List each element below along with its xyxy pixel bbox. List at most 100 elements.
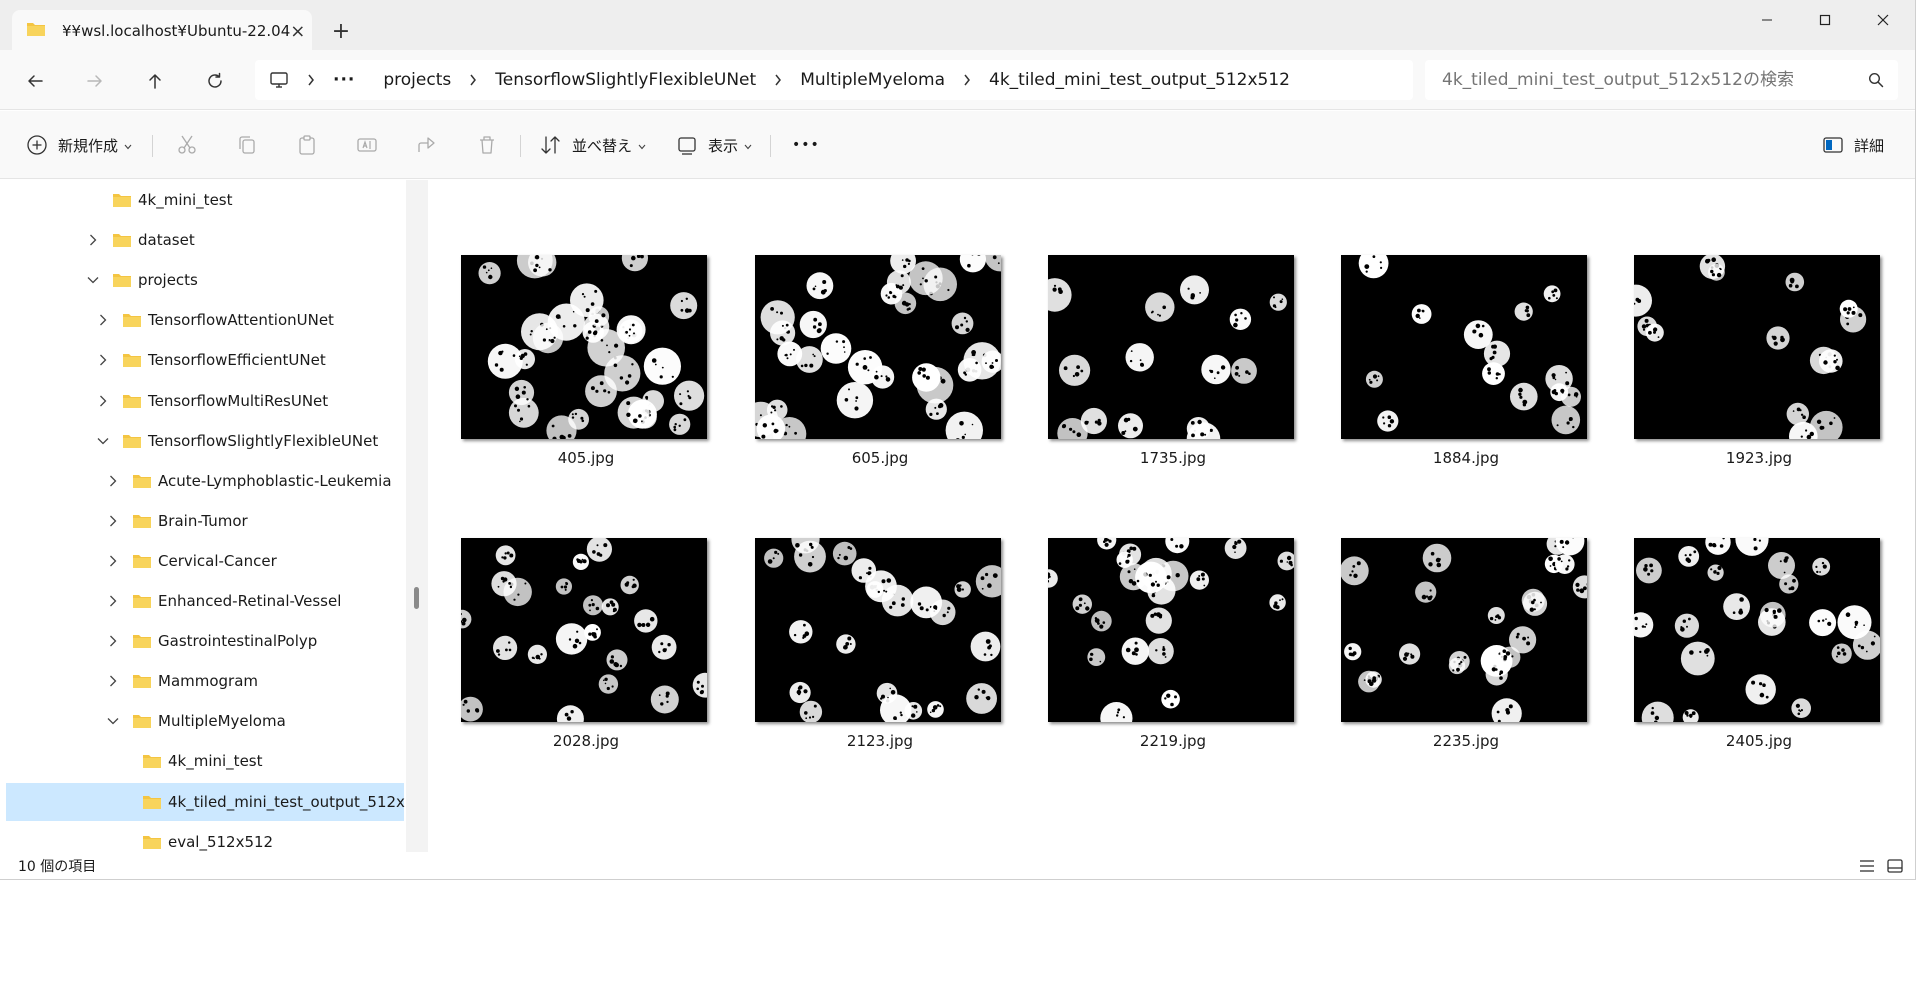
file-name: 405.jpg [557,449,615,467]
details-pane-button[interactable]: 詳細 [1822,128,1884,162]
sidebar-item-label: TensorflowAttentionUNet [148,311,334,330]
sort-button[interactable]: 並べ替え [540,128,646,162]
folder-icon [132,713,152,733]
address-bar[interactable]: ··· projects TensorflowSlightlyFlexibleU… [255,60,1413,100]
computer-icon[interactable] [269,71,289,89]
sidebar-item-label: Enhanced-Retinal-Vessel [158,592,342,610]
file-name: 2405.jpg [1725,732,1793,750]
folder-icon [132,513,152,533]
file-item[interactable]: 2235.jpg [1341,538,1591,768]
refresh-button[interactable] [198,64,232,98]
toolbar-divider [152,135,153,157]
sidebar-scrollbar-thumb[interactable] [414,587,419,609]
search-box[interactable] [1425,60,1898,100]
folder-icon [112,272,132,292]
sidebar-item-label: MultipleMyeloma [158,712,286,731]
chevron-right-icon[interactable] [307,74,315,86]
sidebar-item[interactable]: Acute-Lymphoblastic-Leukemia [6,462,404,500]
tab-current-folder[interactable]: ¥¥wsl.localhost¥Ubuntu-22.04 × [12,10,312,52]
sidebar-item[interactable]: Enhanced-Retinal-Vessel [6,582,404,620]
sidebar-item[interactable]: Mammogram [6,662,404,700]
chevron-right-icon[interactable] [106,594,120,608]
close-tab-icon[interactable]: × [290,20,305,42]
image-thumbnail [1634,538,1880,722]
cut-button[interactable] [176,128,198,162]
sidebar-scrollbar[interactable] [406,180,428,852]
refresh-icon [208,72,222,88]
forward-button[interactable] [78,64,112,98]
breadcrumb-multiplemyeloma[interactable]: MultipleMyeloma [800,70,945,90]
arrow-up-icon [149,74,161,89]
chevron-right-icon[interactable] [106,514,120,528]
sidebar-item[interactable]: dataset [6,221,404,259]
search-icon[interactable] [1868,72,1884,88]
sidebar-item[interactable]: 4k_tiled_mini_test_output_512x512 [6,782,408,821]
sidebar-item[interactable]: 4k_mini_test [6,742,404,780]
maximize-button[interactable] [1797,0,1853,40]
details-view-icon[interactable] [1858,858,1876,874]
copy-button[interactable] [236,128,258,162]
file-item[interactable]: 1735.jpg [1048,255,1298,485]
chevron-right-icon[interactable] [96,394,110,408]
chevron-right-icon[interactable] [106,674,120,688]
sidebar-item[interactable]: TensorflowAttentionUNet [6,301,404,339]
chevron-down-icon[interactable] [106,714,120,728]
share-button[interactable] [416,128,438,162]
image-thumbnail [1048,255,1294,439]
sidebar-item[interactable]: projects [6,261,404,299]
file-item[interactable]: 2123.jpg [755,538,1005,768]
chevron-down-icon[interactable] [96,434,110,448]
sidebar-item[interactable]: Cervical-Cancer [6,542,404,580]
sidebar-item[interactable]: TensorflowEfficientUNet [6,341,404,379]
sidebar-item[interactable]: MultipleMyeloma [6,702,404,740]
details-label: 詳細 [1854,136,1885,155]
large-icons-view-icon[interactable] [1886,858,1904,874]
close-window-button[interactable] [1855,0,1911,40]
search-input[interactable] [1442,70,1868,90]
sidebar-item[interactable]: Brain-Tumor [6,502,404,540]
breadcrumb-current-folder[interactable]: 4k_tiled_mini_test_output_512x512 [989,70,1290,90]
chevron-right-icon[interactable] [106,634,120,648]
back-button[interactable] [18,64,52,98]
chevron-right-icon[interactable] [96,353,110,367]
view-button[interactable]: 表示 [676,128,752,162]
chevron-right-icon[interactable] [963,74,971,86]
file-item[interactable]: 2219.jpg [1048,538,1298,768]
sidebar-item[interactable]: TensorflowMultiResUNet [6,382,404,420]
trash-icon [476,134,498,156]
breadcrumb-tensorflowslightlyflexibleunet[interactable]: TensorflowSlightlyFlexibleUNet [495,70,756,90]
new-tab-button[interactable]: + [326,16,356,46]
minimize-button[interactable] [1739,0,1795,40]
chevron-right-icon[interactable] [96,313,110,327]
sidebar-item[interactable]: 4k_mini_test [6,181,404,219]
chevron-right-icon[interactable] [469,74,477,86]
file-item[interactable]: 1884.jpg [1341,255,1591,485]
sidebar-item-label: projects [138,271,198,290]
more-options-button[interactable]: ••• [792,128,820,162]
clipboard-icon [296,134,318,156]
file-item[interactable]: 605.jpg [755,255,1005,485]
breadcrumb-overflow[interactable]: ··· [333,70,355,90]
chevron-down-icon [124,136,132,154]
sidebar-item[interactable]: TensorflowSlightlyFlexibleUNet [6,422,404,460]
chevron-right-icon[interactable] [106,474,120,488]
sidebar-item[interactable]: GastrointestinalPolyp [6,622,404,660]
chevron-right-icon[interactable] [86,233,100,247]
chevron-right-icon[interactable] [106,554,120,568]
delete-button[interactable] [476,128,498,162]
chevron-down-icon [638,136,646,154]
rename-button[interactable] [356,128,378,162]
paste-button[interactable] [296,128,318,162]
sidebar-item[interactable]: eval_512x512 [6,823,404,852]
chevron-right-icon[interactable] [774,74,782,86]
file-item[interactable]: 2028.jpg [461,538,711,768]
details-pane-icon [1822,136,1844,154]
breadcrumb-projects[interactable]: projects [383,70,451,90]
chevron-down-icon[interactable] [86,273,100,287]
file-item[interactable]: 2405.jpg [1634,538,1884,768]
plus-circle-icon [26,134,48,156]
new-button[interactable]: 新規作成 [26,128,132,162]
file-item[interactable]: 405.jpg [461,255,711,485]
file-item[interactable]: 1923.jpg [1634,255,1884,485]
up-button[interactable] [138,64,172,98]
